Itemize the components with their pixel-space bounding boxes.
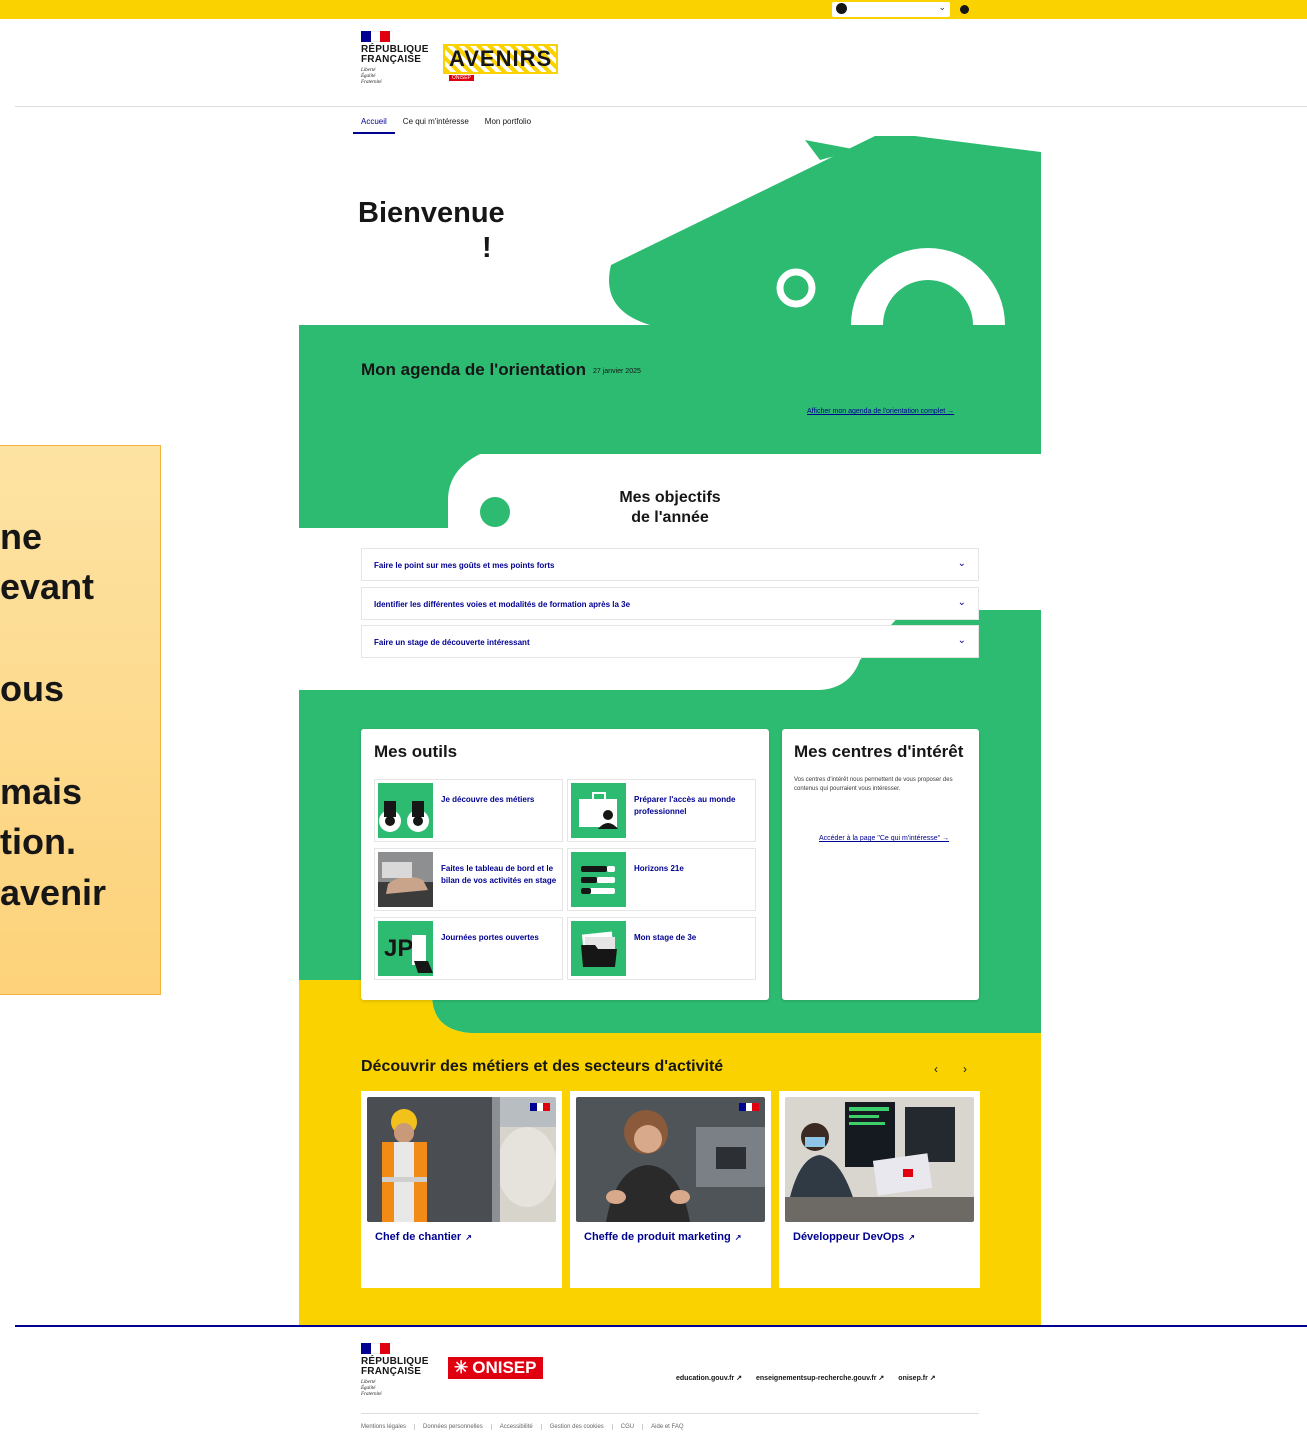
job-photo — [367, 1097, 556, 1222]
job-photo — [576, 1097, 765, 1222]
objectif-accordion-2[interactable]: Identifier les différentes voies et moda… — [361, 587, 979, 620]
agenda-full-link[interactable]: Afficher mon agenda de l'orientation com… — [807, 408, 954, 415]
footer-mentions-legales[interactable]: Mentions légales — [361, 1424, 414, 1430]
republique-motto: Liberté Égalité Fraternité — [361, 1380, 382, 1397]
flag-icon — [361, 1343, 391, 1354]
agenda-date: 27 janvier 2025 — [593, 368, 641, 375]
footer-gestion-cookies[interactable]: Gestion des cookies — [540, 1424, 612, 1430]
briefcase-icon — [571, 783, 626, 838]
footer-accessibilite[interactable]: Accessibilité — [490, 1424, 541, 1430]
tool-label: Horizons 21e — [634, 864, 684, 873]
job-card-developpeur-devops[interactable]: Développeur DevOps ↗ — [779, 1091, 980, 1288]
tool-journees-portes-ouvertes[interactable]: JP Journées portes ouvertes — [374, 917, 563, 980]
onisep-logo-text: ONISEP — [472, 1358, 537, 1377]
tool-tableau-de-bord[interactable]: Faites le tableau de bord et le bilan de… — [374, 848, 563, 911]
side-note-line: tion. — [0, 821, 76, 862]
tool-decouvre-metiers[interactable]: Je découvre des métiers — [374, 779, 563, 842]
tool-mon-stage-3e[interactable]: Mon stage de 3e — [567, 917, 756, 980]
job-photo — [785, 1097, 974, 1222]
job-name: Chef de chantier ↗ — [375, 1231, 472, 1243]
side-note-line: ous — [0, 668, 65, 709]
side-note-line: ne — [0, 516, 42, 557]
laptop-photo — [378, 852, 433, 907]
agenda-title: Mon agenda de l'orientation — [361, 360, 587, 379]
footer: RÉPUBLIQUE FRANÇAISE Liberté Égalité Fra… — [15, 1325, 1307, 1440]
job-name: Développeur DevOps ↗ — [793, 1231, 915, 1243]
centres-interet-card: Mes centres d'intérêt — [782, 729, 979, 1000]
tool-label: Je découvre des métiers — [441, 795, 535, 804]
flag-icon — [739, 1103, 760, 1111]
footer-divider — [361, 1413, 979, 1414]
onisep-star-icon: ✳ — [454, 1358, 469, 1377]
list-icon — [571, 852, 626, 907]
job-name: Cheffe de produit marketing ↗ — [584, 1231, 742, 1243]
tool-preparer-acces[interactable]: Préparer l'accès au monde professionnel — [567, 779, 756, 842]
footer-aide-faq[interactable]: Aide et FAQ — [642, 1424, 691, 1430]
jobs-title: Découvrir des métiers et des secteurs d'… — [361, 1058, 724, 1075]
tool-label: Préparer l'accès au monde professionnel — [634, 795, 736, 816]
tool-horizons-21e[interactable]: Horizons 21e — [567, 848, 756, 911]
onisep-logo[interactable]: ✳ ONISEP — [448, 1357, 543, 1379]
flag-icon — [530, 1103, 551, 1111]
chevron-down-icon: ⌄ — [957, 558, 966, 569]
binoculars-icon — [378, 783, 433, 838]
footer-donnees-personnelles[interactable]: Données personnelles — [414, 1424, 491, 1430]
footer-link-education[interactable]: education.gouv.fr ↗ — [676, 1374, 742, 1382]
objectif-accordion-1[interactable]: Faire le point sur mes goûts et mes poin… — [361, 548, 979, 581]
centres-text: Vos centres d'intérêt nous permettent de… — [794, 777, 953, 792]
external-link-icon: ↗ — [465, 1233, 472, 1242]
carousel-prev-button[interactable]: ‹ — [934, 1062, 938, 1076]
objectif-label: Faire un stage de découverte intéressant — [374, 638, 530, 647]
carousel-next-button[interactable]: › — [963, 1062, 967, 1076]
welcome-exclamation: ! — [482, 232, 492, 264]
objectifs-title: Mes objectifs de l'année — [619, 489, 721, 526]
tool-label: Faites le tableau de bord et le bilan de… — [441, 864, 557, 885]
side-note-line: evant — [0, 566, 95, 607]
external-link-icon: ↗ — [734, 1233, 742, 1242]
folder-icon — [571, 921, 626, 976]
side-note-line: mais — [0, 771, 83, 812]
outils-card: Mes outils Je découvre des métiers Prépa… — [361, 729, 769, 1000]
footer-link-enseignementsup[interactable]: enseignementsup-recherche.gouv.fr ↗ — [756, 1374, 884, 1382]
tool-label: Mon stage de 3e — [634, 933, 697, 942]
footer-link-onisep[interactable]: onisep.fr ↗ — [898, 1374, 935, 1382]
republique-name: RÉPUBLIQUE FRANÇAISE — [361, 1356, 429, 1377]
objectif-label: Faire le point sur mes goûts et mes poin… — [374, 561, 555, 570]
centres-link[interactable]: Accéder à la page "Ce qui m'intéresse" → — [819, 835, 949, 842]
footer-cgu[interactable]: CGU — [611, 1424, 642, 1430]
footer-external-links: education.gouv.fr ↗ enseignementsup-rech… — [676, 1374, 936, 1382]
footer-bottom-links: Mentions légales Données personnelles Ac… — [361, 1424, 692, 1430]
republique-francaise-logo[interactable]: RÉPUBLIQUE FRANÇAISE Liberté Égalité Fra… — [361, 1343, 429, 1398]
objectif-label: Identifier les différentes voies et moda… — [374, 600, 631, 609]
objectif-accordion-3[interactable]: Faire un stage de découverte intéressant… — [361, 625, 979, 658]
external-link-icon: ↗ — [908, 1233, 915, 1242]
chevron-down-icon: ⌄ — [957, 635, 966, 646]
tool-label: Journées portes ouvertes — [441, 933, 539, 942]
outils-title: Mes outils — [374, 742, 458, 761]
chevron-down-icon: ⌄ — [957, 597, 966, 608]
jpo-icon: JP — [378, 921, 433, 976]
job-card-cheffe-de-produit[interactable]: Cheffe de produit marketing ↗ — [570, 1091, 771, 1288]
welcome-title: Bienvenue — [358, 197, 505, 229]
job-card-chef-de-chantier[interactable]: Chef de chantier ↗ — [361, 1091, 562, 1288]
side-note-line: avenir — [0, 872, 107, 913]
side-note-panel: ne evant ous mais tion. avenir — [0, 445, 161, 995]
centres-title: Mes centres d'intérêt — [794, 742, 964, 761]
